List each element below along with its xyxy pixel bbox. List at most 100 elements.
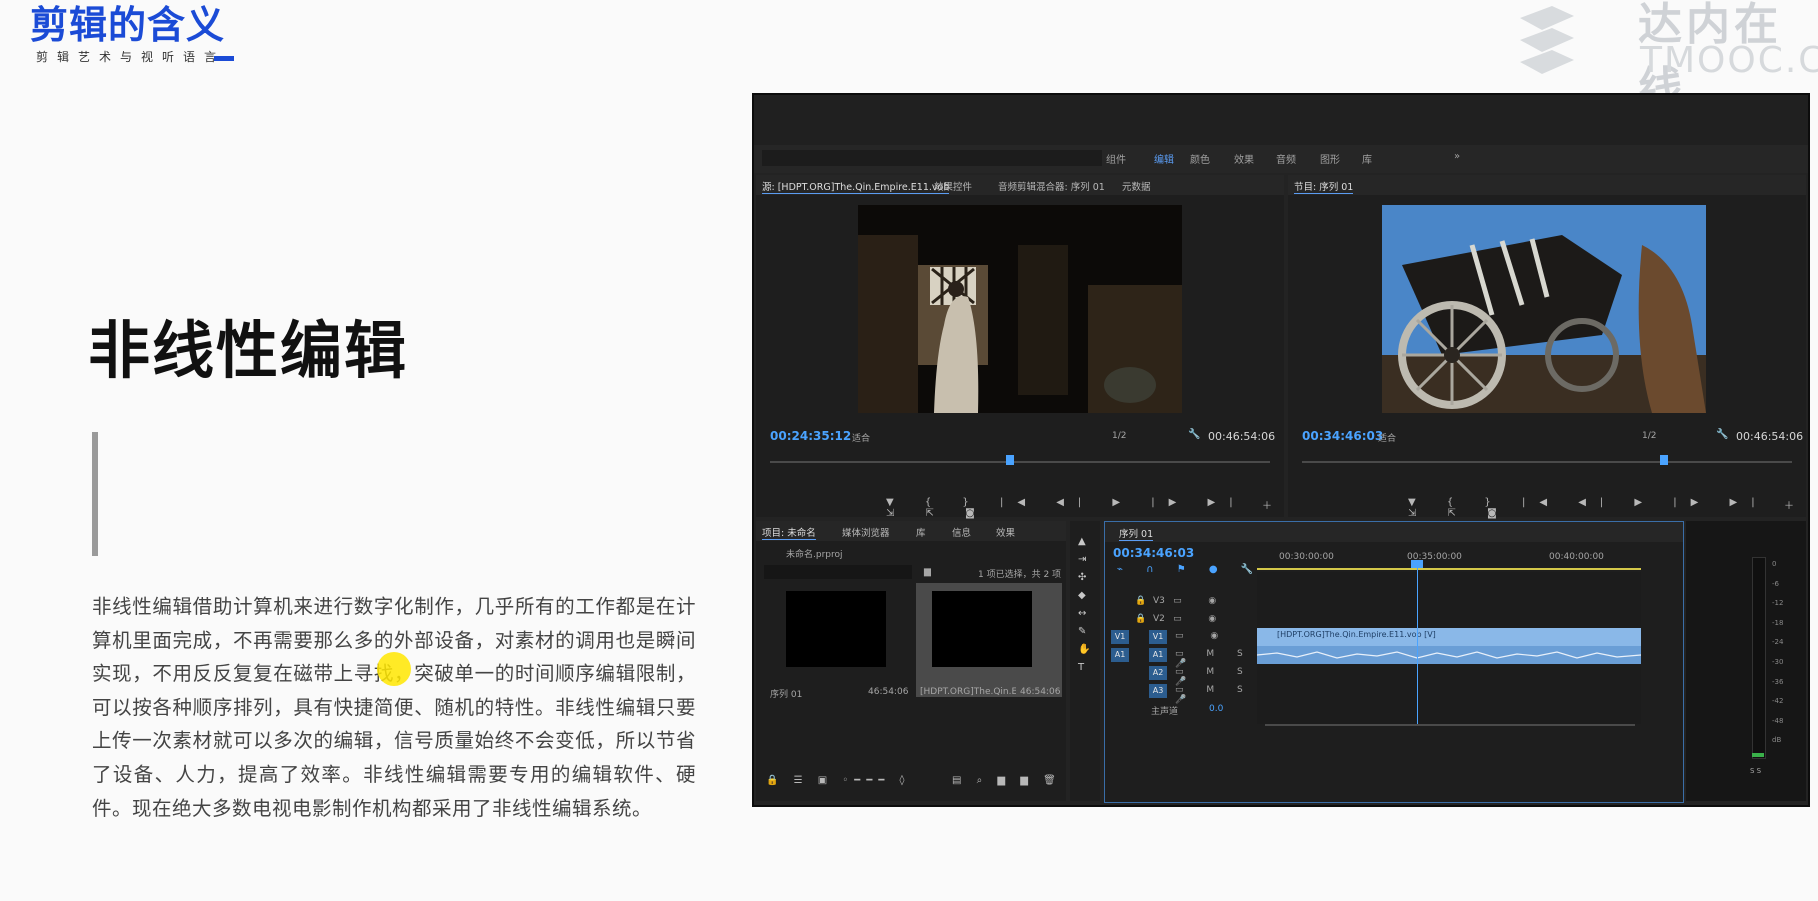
meter-scale-tick: -18 — [1772, 618, 1784, 627]
source-fit-select[interactable]: 适合 — [852, 431, 870, 444]
workspace-editing[interactable]: 编辑 — [1154, 151, 1174, 166]
track-a1-toggles[interactable]: ▭ M S 🎤 — [1175, 649, 1255, 669]
timeline-snap-tools[interactable]: ⌁ ∩ ⚑ ● 🔧 — [1117, 564, 1263, 575]
meter-scale: 0 -6 -12 -18 -24 -30 -36 -42 -48 dB — [1772, 555, 1783, 751]
track-a2-label[interactable]: A2 — [1149, 666, 1167, 680]
track-a2-toggles[interactable]: ▭ M S 🎤 — [1175, 667, 1255, 687]
clip-video-label: [HDPT.ORG]The.Qin.Empire.E11.vob [V] — [1277, 630, 1436, 639]
track-v1-toggles[interactable]: ▭ ◉ — [1175, 631, 1230, 641]
wrench-icon[interactable]: 🔧 — [1716, 429, 1728, 440]
program-timecode[interactable]: 00:34:46:03 — [1302, 429, 1383, 443]
source-playhead[interactable] — [1006, 455, 1014, 465]
new-bin-icon[interactable]: ▆ — [924, 567, 931, 577]
timeline-panel: 序列 01 00:34:46:03 ⌁ ∩ ⚑ ● 🔧 00:30:00:00 … — [1104, 521, 1684, 803]
meter-scale-tick: -24 — [1772, 638, 1784, 647]
track-a1-label[interactable]: A1 — [1149, 648, 1167, 662]
meter-scale-tick: -6 — [1772, 579, 1779, 588]
source-patch-v1[interactable]: V1 — [1111, 630, 1129, 644]
tab-effect-controls[interactable]: 效果控件 — [934, 179, 972, 193]
clip-video[interactable]: [HDPT.ORG]The.Qin.Empire.E11.vob [V] — [1257, 628, 1641, 646]
workspace-libraries[interactable]: 库 — [1362, 151, 1372, 166]
workspace-assembly[interactable]: 组件 — [1106, 151, 1126, 166]
watermark-url: TMOOC.CN — [1640, 40, 1818, 81]
title-bar — [754, 95, 1808, 145]
workspace-search[interactable] — [762, 150, 1102, 166]
item-clip-duration: 46:54:06 — [1020, 687, 1061, 697]
accent-bar — [92, 432, 98, 556]
tool-icons[interactable]: ▲ ⇥ ✣ ◆ ↔ ✎ ✋ T — [1078, 533, 1092, 677]
workspace-graphics[interactable]: 图形 — [1320, 151, 1340, 166]
wrench-icon[interactable]: 🔧 — [1188, 429, 1200, 440]
tab-project[interactable]: 项目: 未命名 — [762, 525, 816, 540]
source-timecode[interactable]: 00:24:35:12 — [770, 429, 851, 443]
tab-info[interactable]: 信息 — [952, 525, 971, 539]
brand-title: 剪辑的含义 — [30, 3, 226, 47]
meter-scale-tick: -36 — [1772, 677, 1784, 686]
playhead-handle[interactable] — [1411, 560, 1423, 568]
premiere-screenshot: 组件 编辑 颜色 效果 音频 图形 库 » 源: [HDPT.ORG]The.Q… — [752, 93, 1810, 807]
cursor-highlight — [377, 652, 411, 686]
program-duration: 00:46:54:06 — [1736, 430, 1804, 443]
program-add-button[interactable]: ＋ — [1784, 497, 1794, 512]
watermark-logo-icon — [1520, 6, 1574, 74]
workspace-bar: 组件 编辑 颜色 效果 音频 图形 库 » — [754, 145, 1808, 173]
track-a3-toggles[interactable]: ▭ M S 🎤 — [1175, 685, 1255, 705]
item-clip-name[interactable]: [HDPT.ORG]The.Qin.Empi... — [920, 687, 1016, 697]
track-v3-toggles[interactable]: 🔒 ▭ ◉ — [1135, 596, 1228, 606]
timeline-playhead[interactable] — [1417, 562, 1418, 724]
audio-meters: 0 -6 -12 -18 -24 -30 -36 -42 -48 dB S S — [1686, 521, 1806, 801]
tab-effects[interactable]: 效果 — [996, 525, 1015, 539]
slide-heading: 非线性编辑 — [88, 314, 409, 387]
program-resolution-select[interactable]: 1/2 — [1642, 431, 1656, 441]
track-v2-toggles[interactable]: 🔒 ▭ ◉ — [1135, 614, 1228, 624]
program-video-frame[interactable] — [1382, 205, 1706, 413]
source-transport-controls[interactable]: ▼ { } |◀ ◀| ▶ |▶ ▶| ⇲ ⇱ ◙ — [886, 497, 1284, 519]
source-scrub-bar[interactable] — [770, 461, 1270, 463]
workspace-effects[interactable]: 效果 — [1234, 151, 1254, 166]
tab-sequence[interactable]: 序列 01 — [1119, 526, 1154, 541]
program-tabs: 节目: 序列 01 — [1288, 175, 1806, 195]
tab-source[interactable]: 源: [HDPT.ORG]The.Qin.Empire.E11.vob — [762, 179, 950, 194]
tab-libraries[interactable]: 库 — [916, 525, 926, 539]
meter-scale-tick: -30 — [1772, 657, 1784, 666]
tab-program[interactable]: 节目: 序列 01 — [1294, 179, 1354, 194]
ruler-mark-3: 00:40:00:00 — [1549, 552, 1604, 562]
source-patch-a1[interactable]: A1 — [1111, 648, 1129, 662]
meter-scale-tick: -12 — [1772, 599, 1784, 608]
project-filename: 未命名.prproj — [786, 550, 843, 560]
work-area-bar[interactable] — [1257, 568, 1641, 570]
timeline-timecode[interactable]: 00:34:46:03 — [1113, 546, 1194, 560]
source-add-button[interactable]: ＋ — [1262, 497, 1272, 512]
master-value[interactable]: 0.0 — [1209, 704, 1223, 714]
program-transport-controls[interactable]: ▼ { } |◀ ◀| ▶ |▶ ▶| ⇲ ⇱ ◙ — [1408, 497, 1806, 519]
meter-scale-tick: 0 — [1772, 560, 1777, 568]
master-label: 主声道 — [1151, 707, 1179, 717]
meter-scale-tick: dB — [1772, 736, 1782, 745]
source-duration: 00:46:54:06 — [1208, 430, 1276, 443]
track-v1-label[interactable]: V1 — [1149, 630, 1167, 644]
program-playhead[interactable] — [1660, 455, 1668, 465]
source-video-frame[interactable] — [858, 205, 1182, 413]
thumb-sequence[interactable] — [786, 591, 886, 667]
clip-audio[interactable] — [1256, 646, 1642, 664]
tab-metadata[interactable]: 元数据 — [1122, 179, 1151, 193]
program-monitor: 节目: 序列 01 00:34:46:03 适合 1/2 🔧 00:46:54:… — [1288, 175, 1806, 519]
track-a3-label[interactable]: A3 — [1149, 684, 1167, 698]
meter-solo-buttons[interactable]: S S — [1750, 767, 1761, 775]
workspace-color[interactable]: 颜色 — [1190, 151, 1210, 166]
tab-audio-mixer[interactable]: 音频剪辑混合器: 序列 01 — [998, 179, 1105, 193]
thumb-clip[interactable] — [932, 591, 1032, 667]
project-footer-controls[interactable]: 🔒 ☰ ▣ ◦━━━ ◊ — [766, 775, 910, 786]
project-footer-actions[interactable]: ▤ ⌕ ▆ ▆ 🗑 — [952, 775, 1062, 786]
source-resolution-select[interactable]: 1/2 — [1112, 431, 1126, 441]
tab-media-browser[interactable]: 媒体浏览器 — [842, 525, 890, 539]
item-sequence-name[interactable]: 序列 01 — [770, 687, 802, 700]
workspace-audio[interactable]: 音频 — [1276, 151, 1296, 166]
program-scrub-bar[interactable] — [1302, 461, 1792, 463]
program-fit-select[interactable]: 适合 — [1378, 431, 1396, 444]
timeline-tabs: 序列 01 — [1105, 522, 1683, 542]
timeline-zoom-scrollbar[interactable] — [1265, 724, 1635, 726]
project-search-input[interactable] — [764, 565, 912, 579]
body-paragraph: 非线性编辑借助计算机来进行数字化制作，几乎所有的工作都是在计算机里面完成，不再需… — [92, 595, 696, 820]
workspace-more-button[interactable]: » — [1454, 151, 1460, 162]
